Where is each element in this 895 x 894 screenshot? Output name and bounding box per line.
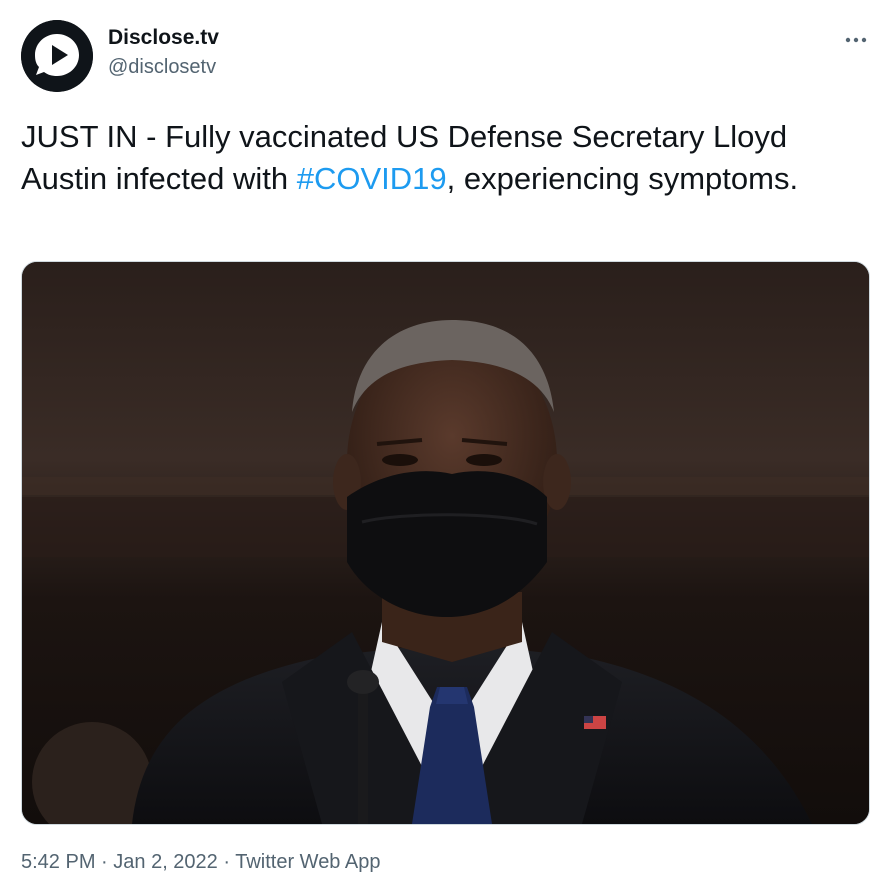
author-avatar[interactable] — [21, 20, 93, 92]
meta-separator: · — [217, 851, 236, 873]
more-options-button[interactable] — [838, 22, 874, 58]
tweet-text: JUST IN - Fully vaccinated US Defense Se… — [21, 116, 871, 200]
play-in-speech-bubble-logo — [21, 20, 93, 92]
photo-man-in-black-mask — [22, 262, 869, 824]
author-name[interactable]: Disclose.tv — [108, 26, 219, 50]
hashtag-link[interactable]: #COVID19 — [297, 161, 447, 196]
tweet-source: Twitter Web App — [235, 851, 381, 873]
author-handle[interactable]: @disclosetv — [108, 56, 216, 79]
tweet-photo[interactable] — [21, 261, 870, 825]
tweet-text-end: , experiencing symptoms. — [446, 161, 799, 196]
tweet-date[interactable]: Jan 2, 2022 — [113, 851, 218, 873]
meta-separator: · — [95, 851, 114, 873]
tweet-metadata: 5:42 PM · Jan 2, 2022 · Twitter Web App — [21, 851, 380, 874]
more-horizontal-icon — [845, 37, 867, 43]
tweet-time[interactable]: 5:42 PM — [21, 851, 95, 873]
